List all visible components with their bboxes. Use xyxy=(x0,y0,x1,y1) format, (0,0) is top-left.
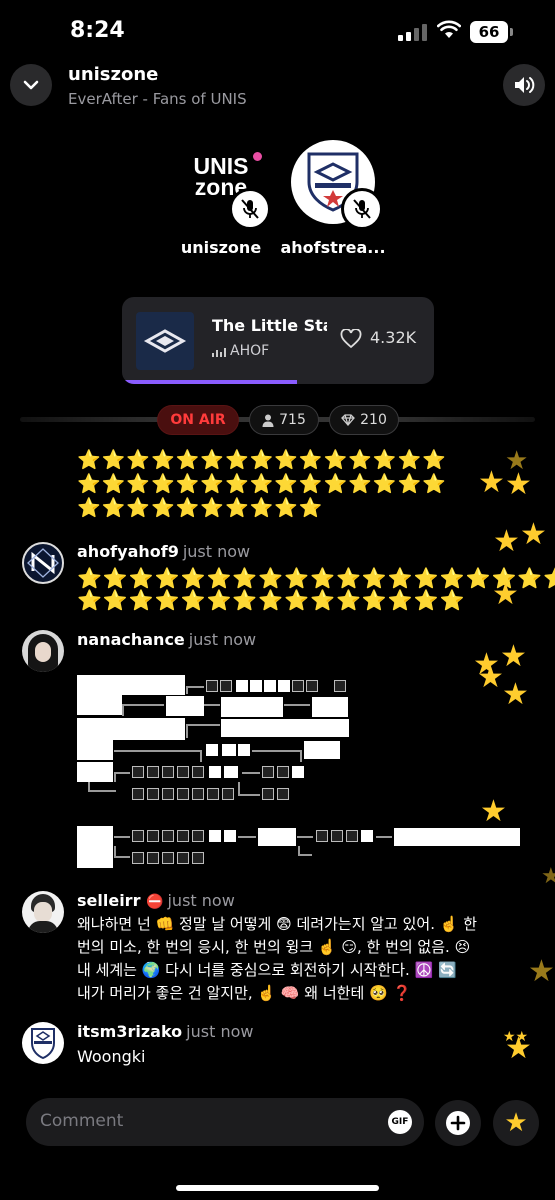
cellular-signal-icon xyxy=(398,24,427,41)
comment-placeholder: Comment xyxy=(40,1111,124,1131)
comment-text: 왜냐하면 넌 👊 정말 날 어떻게 😨 데려가는지 알고 있어. ☝️ 한 번의… xyxy=(77,913,477,1005)
comment-text: Woongki xyxy=(77,1047,146,1066)
star-icon: ★ xyxy=(502,677,529,712)
star-emoji-row: ⭐⭐⭐⭐⭐⭐⭐⭐⭐⭐ xyxy=(77,497,324,519)
no-entry-badge-icon: ⛔ xyxy=(146,894,164,910)
comment-text-line: 번의 미소, 한 번의 응시, 한 번의 윙크 ☝️ 😏, 한 번의 없음. 😣 xyxy=(77,938,471,956)
comment-username[interactable]: nanachance just now xyxy=(77,630,256,649)
star-icon: ★ xyxy=(492,577,519,612)
host-name: ahofstrea... xyxy=(280,238,386,257)
star-icon: ★ xyxy=(520,517,547,552)
host-card[interactable]: UNIS zone uniszone xyxy=(166,140,276,257)
comment-timestamp: just now xyxy=(167,891,235,910)
comment-username[interactable]: ahofyahof9 just now xyxy=(77,542,250,561)
track-title: The Little Star xyxy=(212,316,327,335)
diamond-icon xyxy=(341,414,356,426)
star-icon: ★ xyxy=(504,1108,528,1138)
star-icon: ★ xyxy=(505,1031,532,1066)
host-name: uniszone xyxy=(180,238,262,257)
star-icon: ★ xyxy=(480,794,507,829)
comment-text-line: 내 세계는 🌍 다시 너를 중심으로 회전하기 시작한다. ☮️ 🔄 xyxy=(77,961,457,979)
speaker-button[interactable] xyxy=(503,64,545,106)
listener-count: 715 xyxy=(279,412,306,428)
star-emoji-row: ⭐⭐⭐⭐⭐⭐⭐⭐⭐⭐⭐⭐⭐⭐⭐ xyxy=(77,473,447,495)
battery-indicator: 66 xyxy=(470,21,513,43)
avatar[interactable] xyxy=(22,630,64,672)
star-icon: ★ xyxy=(528,954,555,989)
gem-count-badge[interactable]: 210 xyxy=(329,405,399,435)
host-avatar: UNIS zone xyxy=(179,140,271,230)
speaker-icon xyxy=(515,77,535,93)
room-subtitle: EverAfter - Fans of UNIS xyxy=(68,90,247,108)
avatar[interactable] xyxy=(22,542,64,584)
home-indicator xyxy=(176,1185,379,1191)
host-avatar xyxy=(291,140,383,230)
comment-timestamp: just now xyxy=(188,630,257,649)
collapse-button[interactable] xyxy=(10,64,52,106)
avatar[interactable] xyxy=(22,891,64,933)
mic-off-icon xyxy=(353,199,371,219)
gem-count: 210 xyxy=(360,412,387,428)
track-artist: AHOF xyxy=(230,343,270,359)
status-time: 8:24 xyxy=(70,18,125,43)
album-diamond-icon xyxy=(143,329,187,353)
shield-logo-icon xyxy=(31,1028,55,1060)
room-title: uniszone xyxy=(68,64,159,85)
listener-count-badge[interactable]: 715 xyxy=(249,405,319,435)
star-emoji-row: ⭐⭐⭐⭐⭐⭐⭐⭐⭐⭐⭐⭐⭐⭐⭐ xyxy=(77,588,466,612)
username: itsm3rizako xyxy=(77,1022,183,1041)
chevron-down-icon xyxy=(23,80,39,90)
gif-button[interactable]: GIF xyxy=(388,1110,412,1134)
muted-mic-badge xyxy=(341,188,383,230)
comment-text-line: 왜냐하면 넌 👊 정말 날 어떻게 😨 데려가는지 알고 있어. ☝️ 한 xyxy=(77,915,478,933)
star-icon: ★ xyxy=(505,467,532,502)
username: nanachance xyxy=(77,630,185,649)
comment-username[interactable]: selleirr ⛔ just now xyxy=(77,891,235,910)
star-icon: ★ xyxy=(477,660,504,695)
comment-text-line: 내가 머리가 좋은 건 알지만, ☝️ 🧠 왜 너한테 🥺 ❓ xyxy=(77,984,412,1002)
wifi-icon xyxy=(437,20,461,38)
star-reaction-button[interactable]: ★ xyxy=(493,1100,539,1146)
person-icon xyxy=(262,414,274,427)
mic-off-icon xyxy=(241,199,259,219)
avatar[interactable] xyxy=(22,1022,64,1064)
host-card[interactable]: ahofstrea... xyxy=(278,140,388,257)
equalizer-icon xyxy=(212,347,226,357)
star-icon: ★ xyxy=(493,524,520,559)
comment-username[interactable]: itsm3rizako just now xyxy=(77,1022,253,1041)
comment-timestamp: just now xyxy=(186,1022,254,1041)
status-bar: 8:24 66 xyxy=(0,0,555,60)
plus-circle-icon xyxy=(446,1111,470,1135)
on-air-badge: ON AIR xyxy=(157,405,239,435)
now-playing-card[interactable]: The Little Star AHOF 4.32K xyxy=(122,297,434,384)
comment-timestamp: just now xyxy=(182,542,251,561)
star-emoji-row: ⭐⭐⭐⭐⭐⭐⭐⭐⭐⭐⭐⭐⭐⭐⭐ xyxy=(77,449,447,471)
comment-input[interactable]: Comment GIF xyxy=(26,1098,424,1146)
star-icon: ★ xyxy=(478,465,505,500)
muted-mic-badge xyxy=(229,188,271,230)
star-icon: ★ xyxy=(500,639,527,674)
playback-progress xyxy=(122,380,297,384)
like-count: 4.32K xyxy=(370,328,417,347)
username: ahofyahof9 xyxy=(77,542,179,561)
star-icon: ★ xyxy=(541,864,555,889)
n-logo-icon xyxy=(27,548,59,578)
add-button[interactable] xyxy=(435,1100,481,1146)
heart-icon xyxy=(340,329,362,349)
username: selleirr xyxy=(77,891,141,910)
album-art xyxy=(136,312,194,370)
